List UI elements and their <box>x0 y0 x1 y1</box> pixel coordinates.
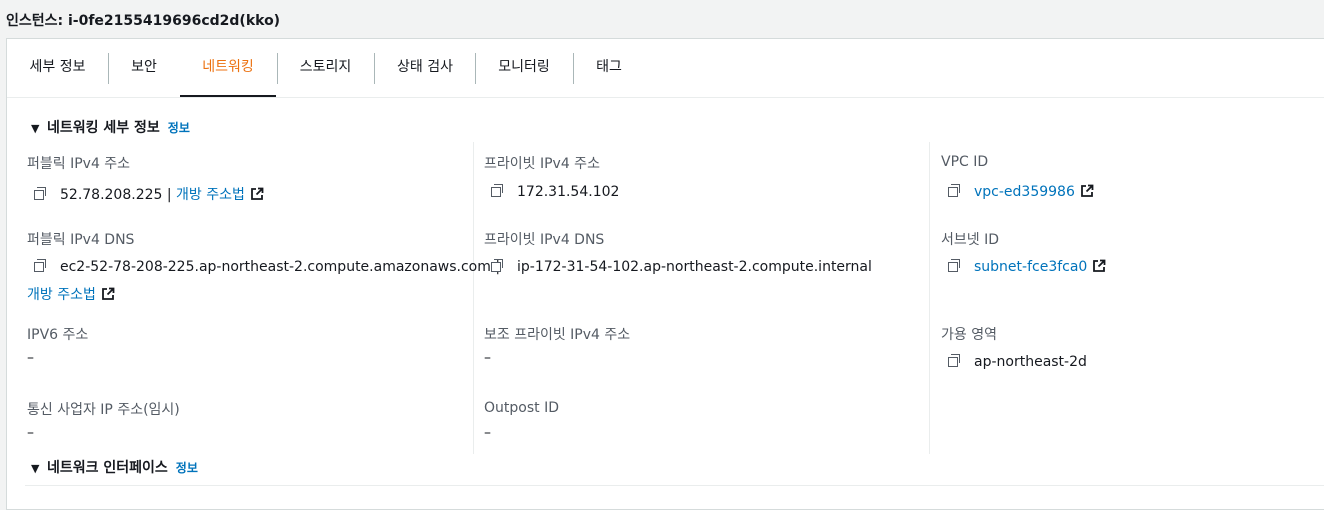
open-address-link[interactable]: 개방 주소법 <box>27 287 96 303</box>
tab-storage[interactable]: 스토리지 <box>278 39 373 97</box>
public-dns-link-row: 개방 주소법 <box>27 284 115 304</box>
column-divider <box>473 142 474 454</box>
secondary-private-ipv4-label: 보조 프라이빗 IPv4 주소 <box>484 327 631 343</box>
subnet-id-label: 서브넷 ID <box>941 232 999 248</box>
tab-bar: 세부 정보 보안 네트워킹 스토리지 상태 검사 모니터링 태그 <box>7 39 1324 98</box>
section-divider <box>25 485 1324 486</box>
section-title: 네트워킹 세부 정보 <box>47 120 160 136</box>
carrier-ip-value: – <box>27 425 34 441</box>
page-title: 인스턴스: i-0fe2155419696cd2d(kko) <box>6 13 281 29</box>
tab-status-checks[interactable]: 상태 검사 <box>375 39 475 97</box>
public-ipv4-value: 52.78.208.225 | 개방 주소법 <box>34 184 264 204</box>
public-dns-value: ec2-52-78-208-225.ap-northeast-2.compute… <box>34 259 500 275</box>
private-ipv4-value: 172.31.54.102 <box>491 184 619 200</box>
outpost-id-label: Outpost ID <box>484 400 559 416</box>
private-ipv4-label: 프라이빗 IPv4 주소 <box>484 156 600 172</box>
vpc-id-label: VPC ID <box>941 154 989 170</box>
public-ipv4-label: 퍼블릭 IPv4 주소 <box>27 156 131 172</box>
copy-icon[interactable] <box>34 187 48 201</box>
info-link[interactable]: 정보 <box>168 121 190 135</box>
ipv6-label: IPV6 주소 <box>27 327 89 343</box>
open-address-link[interactable]: 개방 주소법 <box>176 187 245 203</box>
column-divider <box>929 142 930 454</box>
subnet-id-value: subnet-fce3fca0 <box>948 259 1106 275</box>
networking-details-header[interactable]: ▼ 네트워킹 세부 정보 정보 <box>31 116 190 140</box>
availability-zone-text: ap-northeast-2d <box>974 354 1087 370</box>
secondary-private-ipv4-value: – <box>484 350 491 366</box>
availability-zone-label: 가용 영역 <box>941 327 997 343</box>
private-ipv4-text: 172.31.54.102 <box>517 184 620 200</box>
tab-monitoring[interactable]: 모니터링 <box>476 39 572 97</box>
info-link[interactable]: 정보 <box>176 461 198 475</box>
subnet-id-link[interactable]: subnet-fce3fca0 <box>974 259 1087 275</box>
tab-networking[interactable]: 네트워킹 <box>180 39 276 97</box>
public-ipv4-text: 52.78.208.225 | <box>60 187 172 203</box>
copy-icon[interactable] <box>948 184 962 198</box>
private-dns-label: 프라이빗 IPv4 DNS <box>484 232 605 248</box>
tab-details[interactable]: 세부 정보 <box>7 39 108 97</box>
outpost-id-value: – <box>484 425 491 441</box>
external-link-icon[interactable] <box>1092 259 1106 273</box>
copy-icon[interactable] <box>491 259 505 273</box>
vpc-id-value: vpc-ed359986 <box>948 184 1094 200</box>
copy-icon[interactable] <box>491 184 505 198</box>
tab-security[interactable]: 보안 <box>109 39 179 97</box>
copy-icon[interactable] <box>948 259 962 273</box>
caret-down-icon: ▼ <box>31 462 40 475</box>
copy-icon[interactable] <box>34 259 48 273</box>
private-dns-value: ip-172-31-54-102.ap-northeast-2.compute.… <box>491 259 872 275</box>
instance-details-panel: 세부 정보 보안 네트워킹 스토리지 상태 검사 모니터링 태그 ▼ 네트워킹 세… <box>6 38 1324 510</box>
external-link-icon[interactable] <box>1080 184 1094 198</box>
copy-icon[interactable] <box>948 354 962 368</box>
private-dns-text: ip-172-31-54-102.ap-northeast-2.compute.… <box>517 259 872 275</box>
carrier-ip-label: 통신 사업자 IP 주소(임시) <box>27 402 180 418</box>
external-link-icon[interactable] <box>101 287 115 301</box>
ipv6-value: – <box>27 350 34 366</box>
external-link-icon[interactable] <box>250 187 264 201</box>
section-title: 네트워크 인터페이스 <box>47 460 168 476</box>
network-interfaces-header[interactable]: ▼ 네트워크 인터페이스 정보 <box>31 456 198 480</box>
tab-tags[interactable]: 태그 <box>574 39 644 97</box>
caret-down-icon: ▼ <box>31 122 40 135</box>
public-dns-text: ec2-52-78-208-225.ap-northeast-2.compute… <box>60 259 501 275</box>
vpc-id-link[interactable]: vpc-ed359986 <box>974 184 1075 200</box>
availability-zone-value: ap-northeast-2d <box>948 354 1087 370</box>
public-dns-label: 퍼블릭 IPv4 DNS <box>27 232 135 248</box>
